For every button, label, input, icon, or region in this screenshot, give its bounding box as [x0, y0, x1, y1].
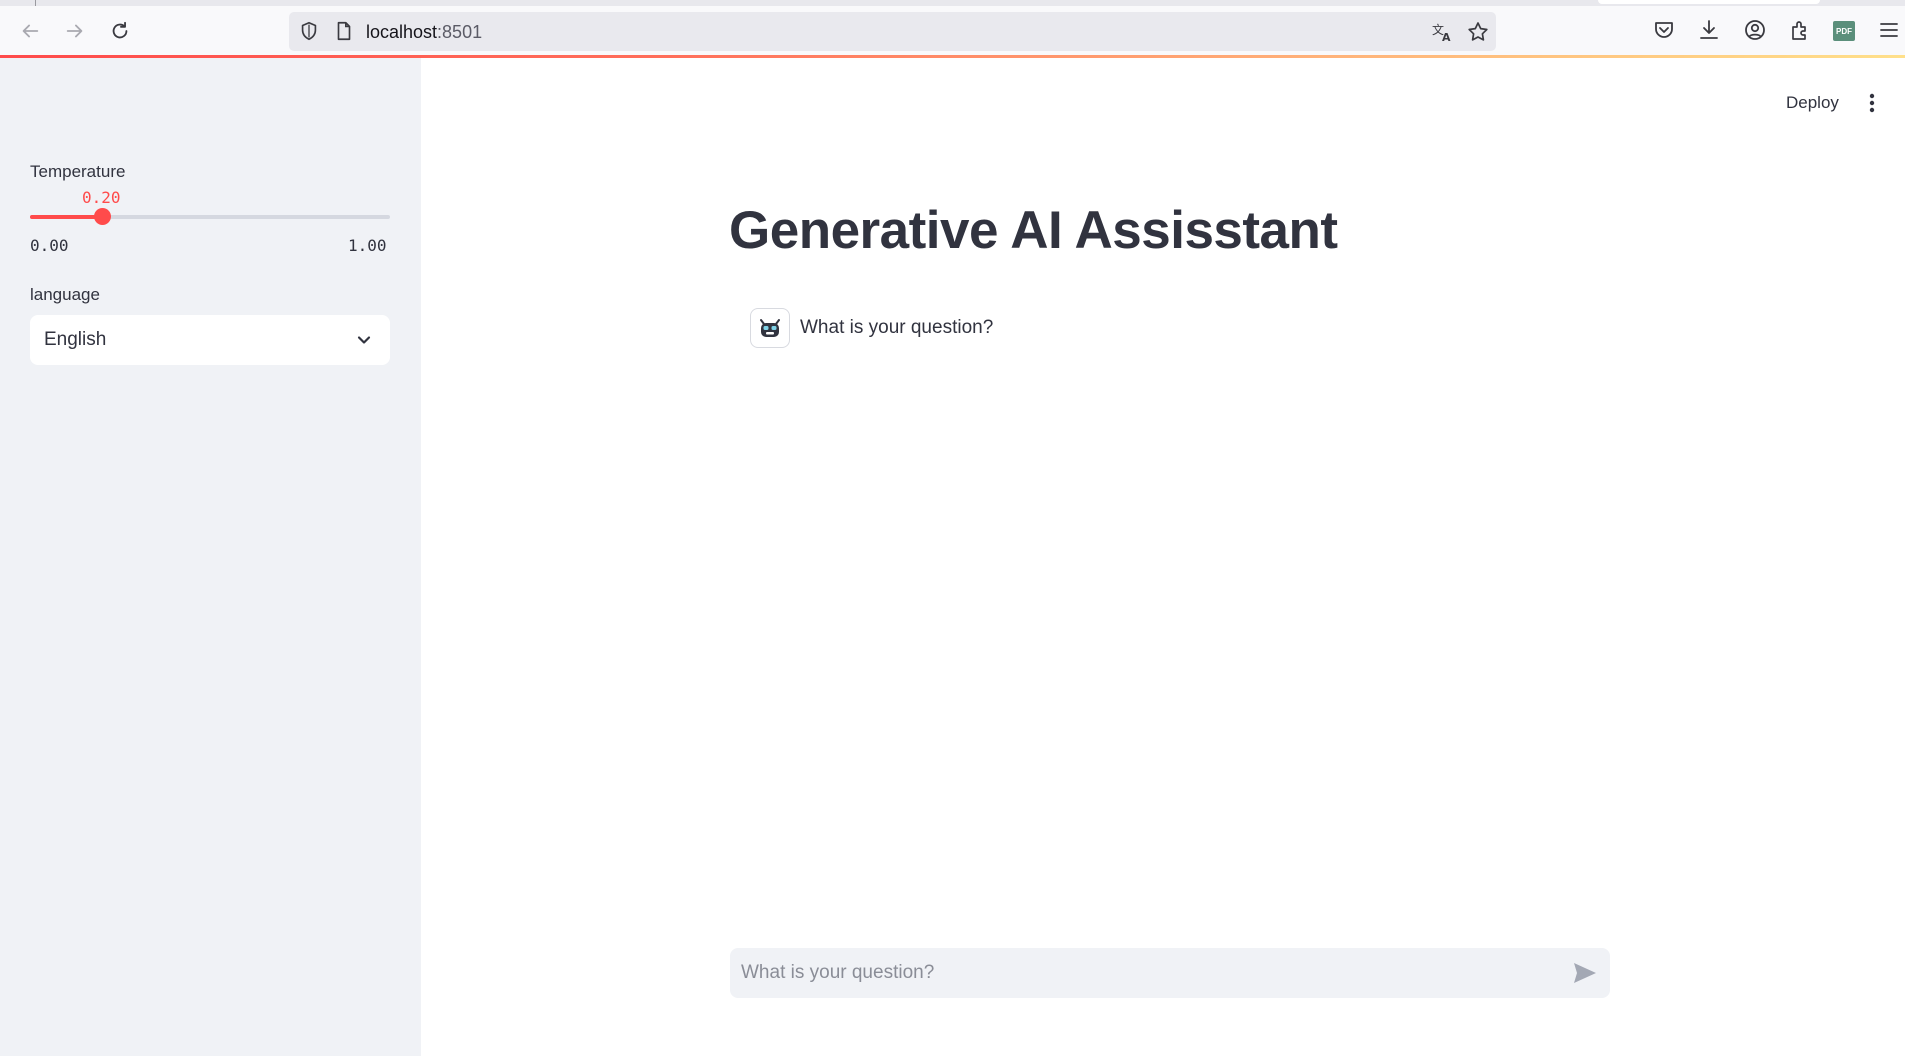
back-button[interactable] — [14, 15, 46, 47]
pocket-icon — [1655, 22, 1673, 38]
temperature-max: 1.00 — [348, 236, 387, 255]
page-title: Generative AI Assisstant — [729, 201, 1338, 260]
shield-icon[interactable] — [298, 20, 320, 42]
url-text[interactable]: localhost:8501 — [366, 22, 482, 43]
forward-button[interactable] — [59, 15, 91, 47]
send-icon — [1574, 963, 1596, 983]
language-label: language — [30, 285, 100, 304]
account-icon — [1745, 20, 1765, 40]
hamburger-menu-icon — [1880, 23, 1898, 37]
send-button[interactable] — [1572, 961, 1598, 985]
main-menu-button[interactable] — [1862, 90, 1882, 116]
browser-toolbar: localhost:8501 文A PDF — [0, 0, 1905, 57]
forward-arrow-icon — [66, 24, 83, 38]
chat-input[interactable] — [730, 948, 1550, 998]
url-host: localhost — [366, 22, 438, 42]
translate-icon[interactable]: 文A — [1430, 20, 1454, 44]
app-menu-button[interactable] — [1877, 18, 1901, 42]
assistant-message: What is your question? — [750, 308, 993, 348]
download-icon — [1700, 20, 1718, 39]
pocket-button[interactable] — [1652, 18, 1676, 42]
sidebar: Temperature 0.20 0.00 1.00 language Engl… — [0, 58, 421, 1056]
reload-button[interactable] — [104, 15, 136, 47]
deploy-button[interactable]: Deploy — [1776, 88, 1849, 118]
robot-face-icon — [760, 319, 780, 337]
temperature-slider-fill — [30, 215, 102, 219]
svg-text:A: A — [1442, 31, 1451, 44]
chevron-down-icon — [357, 336, 371, 344]
puzzle-icon — [1792, 21, 1806, 40]
temperature-slider-thumb[interactable] — [94, 208, 111, 225]
temperature-label: Temperature — [30, 162, 126, 181]
temperature-min: 0.00 — [30, 236, 69, 255]
assistant-avatar — [750, 308, 790, 348]
active-tab-edge[interactable] — [1598, 0, 1820, 4]
url-port: :8501 — [437, 22, 483, 42]
bookmark-star-icon[interactable] — [1466, 20, 1490, 44]
chat-input-container — [730, 948, 1610, 998]
language-selected-value: English — [44, 329, 107, 350]
temperature-value: 0.20 — [82, 188, 121, 207]
tab-separator — [35, 0, 36, 6]
extensions-button[interactable] — [1788, 18, 1812, 42]
reload-icon — [112, 21, 128, 39]
back-arrow-icon — [22, 24, 39, 38]
kebab-menu-icon — [1869, 93, 1875, 113]
page-icon[interactable] — [333, 20, 355, 42]
account-button[interactable] — [1743, 18, 1767, 42]
downloads-button[interactable] — [1697, 18, 1721, 42]
language-select[interactable]: English — [30, 315, 390, 365]
assistant-message-text: What is your question? — [800, 317, 994, 338]
pdf-extension-icon[interactable]: PDF — [1833, 21, 1855, 41]
address-bar[interactable]: localhost:8501 文A — [289, 12, 1496, 51]
